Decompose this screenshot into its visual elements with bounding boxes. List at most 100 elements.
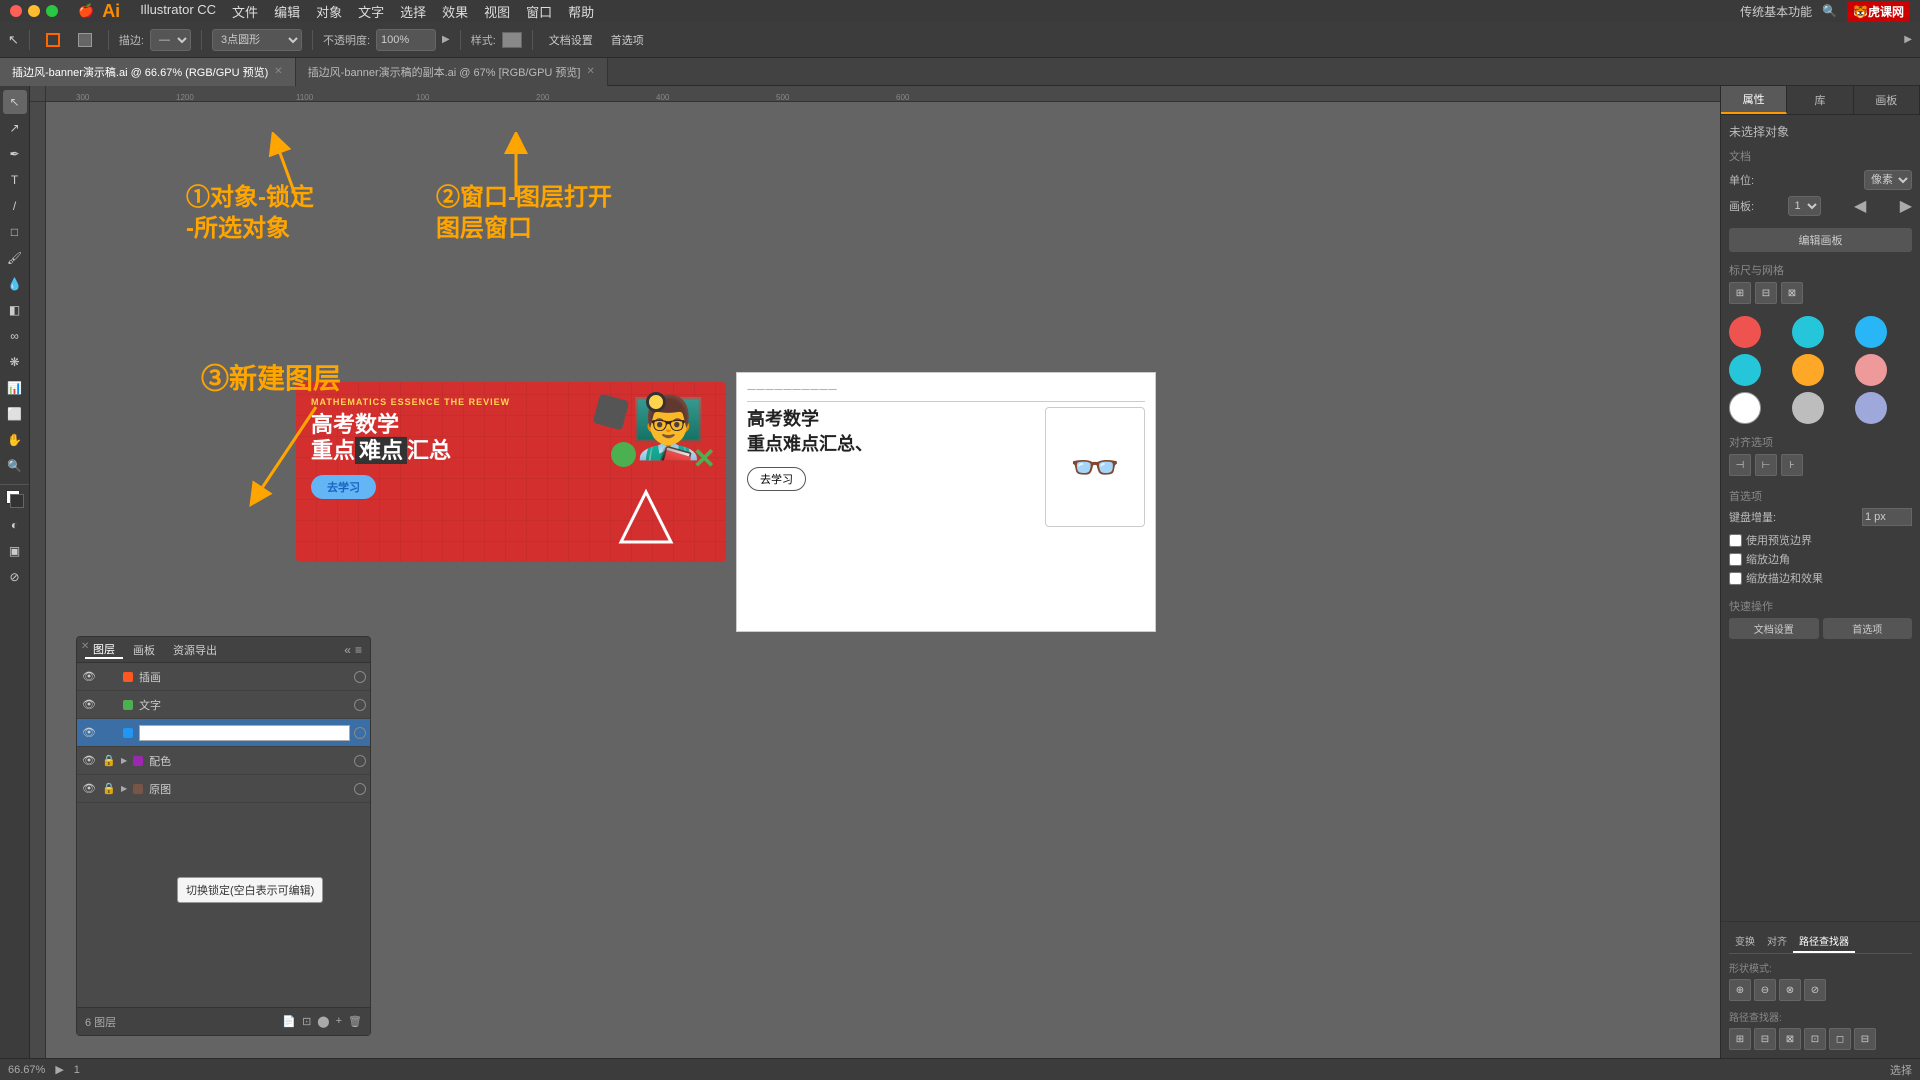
panel-tab-properties[interactable]: 属性 bbox=[1721, 86, 1787, 114]
round-corners-check[interactable] bbox=[1729, 553, 1742, 566]
menu-edit[interactable]: 编辑 bbox=[274, 2, 300, 21]
layer-expand-original[interactable]: ▶ bbox=[121, 784, 127, 793]
prefs-quick-btn[interactable]: 首选项 bbox=[1823, 618, 1913, 639]
layer-eye-original[interactable]: 👁 bbox=[81, 781, 97, 797]
use-preview-check[interactable] bbox=[1729, 534, 1742, 547]
layer-item-colors[interactable]: 👁 🔒 ▶ 配色 bbox=[77, 747, 370, 775]
close-dot[interactable] bbox=[10, 5, 22, 17]
layers-panel-close[interactable]: ✕ bbox=[81, 641, 89, 652]
tool-blend[interactable]: ∞ bbox=[3, 324, 27, 348]
layer-lock-editing[interactable] bbox=[101, 725, 117, 741]
shape-minus[interactable]: ⊖ bbox=[1754, 979, 1776, 1001]
layer-lock-text[interactable] bbox=[101, 697, 117, 713]
swatch-salmon[interactable] bbox=[1855, 354, 1887, 386]
menu-select[interactable]: 选择 bbox=[400, 2, 426, 21]
layer-eye-editing[interactable]: 👁 bbox=[81, 725, 97, 741]
layers-make-clipping[interactable]: ⊡ bbox=[302, 1015, 311, 1028]
stroke-select[interactable]: — bbox=[150, 29, 191, 51]
layer-lock-drawing[interactable] bbox=[101, 669, 117, 685]
tool-zoom[interactable]: 🔍 bbox=[3, 454, 27, 478]
swatch-lightblue[interactable] bbox=[1855, 316, 1887, 348]
zoom-level[interactable]: 66.67% bbox=[8, 1064, 45, 1076]
menu-file[interactable]: 文件 bbox=[232, 2, 258, 21]
tab-1-close[interactable]: ✕ bbox=[586, 66, 594, 77]
layer-expand-colors[interactable]: ▶ bbox=[121, 756, 127, 765]
align-left[interactable]: ⊣ bbox=[1729, 454, 1751, 476]
preferences-btn[interactable]: 首选项 bbox=[605, 30, 650, 50]
pf-minus-back[interactable]: ⊟ bbox=[1854, 1028, 1876, 1050]
pf-trim[interactable]: ⊟ bbox=[1754, 1028, 1776, 1050]
fullscreen-dot[interactable] bbox=[46, 5, 58, 17]
panel-tab-library[interactable]: 库 bbox=[1787, 86, 1853, 114]
tool-symbol[interactable]: ❋ bbox=[3, 350, 27, 374]
ruler-icon-1[interactable]: ⊞ bbox=[1729, 282, 1751, 304]
tool-select[interactable]: ↖ bbox=[3, 90, 27, 114]
swatch-cyan[interactable] bbox=[1729, 354, 1761, 386]
fill-color[interactable] bbox=[3, 487, 27, 511]
gradient-mode[interactable]: ▣ bbox=[3, 539, 27, 563]
menu-effects[interactable]: 效果 bbox=[442, 2, 468, 21]
layers-delete-btn[interactable]: 🗑 bbox=[348, 1015, 362, 1028]
menu-view[interactable]: 视图 bbox=[484, 2, 510, 21]
bottom-tab-align[interactable]: 对齐 bbox=[1761, 930, 1793, 953]
swatch-lavender[interactable] bbox=[1855, 392, 1887, 424]
tool-paint[interactable]: 🖌 bbox=[3, 246, 27, 270]
artboard-nav-next[interactable]: ▶ bbox=[1900, 196, 1912, 216]
keyboard-input[interactable] bbox=[1862, 508, 1912, 526]
tool-artboard[interactable]: ⬜ bbox=[3, 402, 27, 426]
menu-window[interactable]: 窗口 bbox=[526, 2, 552, 21]
layer-name-input[interactable] bbox=[139, 725, 350, 741]
layer-item-drawing[interactable]: 👁 插画 bbox=[77, 663, 370, 691]
menu-illustrator[interactable]: Illustrator CC bbox=[140, 2, 216, 21]
layer-lock-original[interactable]: 🔒 bbox=[101, 781, 117, 797]
bottom-tab-transform[interactable]: 变换 bbox=[1729, 930, 1761, 953]
layer-item-original[interactable]: 👁 🔒 ▶ 原图 bbox=[77, 775, 370, 803]
opacity-arrow[interactable]: ▶ bbox=[442, 34, 450, 45]
tool-eyedrop[interactable]: 💧 bbox=[3, 272, 27, 296]
search-icon[interactable]: 🔍 bbox=[1822, 4, 1837, 18]
layers-make-mask[interactable]: ⬤ bbox=[317, 1015, 329, 1028]
shape-unite[interactable]: ⊕ bbox=[1729, 979, 1751, 1001]
align-center-h[interactable]: ⊢ bbox=[1755, 454, 1777, 476]
menu-object[interactable]: 对象 bbox=[316, 2, 342, 21]
tab-0-close[interactable]: ✕ bbox=[274, 66, 282, 77]
menu-text[interactable]: 文字 bbox=[358, 2, 384, 21]
menu-help[interactable]: 帮助 bbox=[568, 2, 594, 21]
pf-crop[interactable]: ⊡ bbox=[1804, 1028, 1826, 1050]
none-mode[interactable]: ⊘ bbox=[3, 565, 27, 589]
pf-outline[interactable]: ◻ bbox=[1829, 1028, 1851, 1050]
tab-1[interactable]: 插边风-banner演示稿的副本.ai @ 67% [RGB/GPU 预览] ✕ bbox=[296, 58, 608, 86]
tab-0[interactable]: 插边风-banner演示稿.ai @ 66.67% (RGB/GPU 预览) ✕ bbox=[0, 58, 296, 86]
unit-select[interactable]: 像素 bbox=[1864, 170, 1912, 190]
stroke-fill-btn[interactable] bbox=[72, 31, 98, 49]
doc-settings-quick-btn[interactable]: 文档设置 bbox=[1729, 618, 1819, 639]
opacity-input[interactable] bbox=[376, 29, 436, 51]
swatch-orange[interactable] bbox=[1792, 354, 1824, 386]
bottom-tab-pathfinder[interactable]: 路径查找器 bbox=[1793, 930, 1855, 953]
no-fill-btn[interactable] bbox=[40, 31, 66, 49]
edit-artboard-btn[interactable]: 编辑画板 bbox=[1729, 228, 1912, 252]
tool-select-icon[interactable]: ↖ bbox=[8, 32, 19, 48]
layer-eye-colors[interactable]: 👁 bbox=[81, 753, 97, 769]
swatch-teal[interactable] bbox=[1792, 316, 1824, 348]
tool-rect[interactable]: □ bbox=[3, 220, 27, 244]
layers-menu[interactable]: ≡ bbox=[355, 643, 362, 657]
tool-gradient[interactable]: ◧ bbox=[3, 298, 27, 322]
shape-exclude[interactable]: ⊘ bbox=[1804, 979, 1826, 1001]
tool-line[interactable]: / bbox=[3, 194, 27, 218]
pf-divide[interactable]: ⊞ bbox=[1729, 1028, 1751, 1050]
layers-collapse[interactable]: « bbox=[344, 643, 351, 657]
shape-select[interactable]: 3点圆形 bbox=[212, 29, 302, 51]
artboard-select[interactable]: 1 bbox=[1788, 196, 1821, 216]
layer-item-text[interactable]: 👁 文字 bbox=[77, 691, 370, 719]
shape-intersect[interactable]: ⊗ bbox=[1779, 979, 1801, 1001]
layer-eye-drawing[interactable]: 👁 bbox=[81, 669, 97, 685]
tool-text[interactable]: T bbox=[3, 168, 27, 192]
layer-eye-text[interactable]: 👁 bbox=[81, 697, 97, 713]
scale-effects-check[interactable] bbox=[1729, 572, 1742, 585]
artboard-nav-prev[interactable]: ◀ bbox=[1854, 196, 1866, 216]
minimize-dot[interactable] bbox=[28, 5, 40, 17]
layers-new-sublayer-btn[interactable]: + bbox=[336, 1015, 342, 1028]
swatch-gray[interactable] bbox=[1792, 392, 1824, 424]
swatch-red[interactable] bbox=[1729, 316, 1761, 348]
